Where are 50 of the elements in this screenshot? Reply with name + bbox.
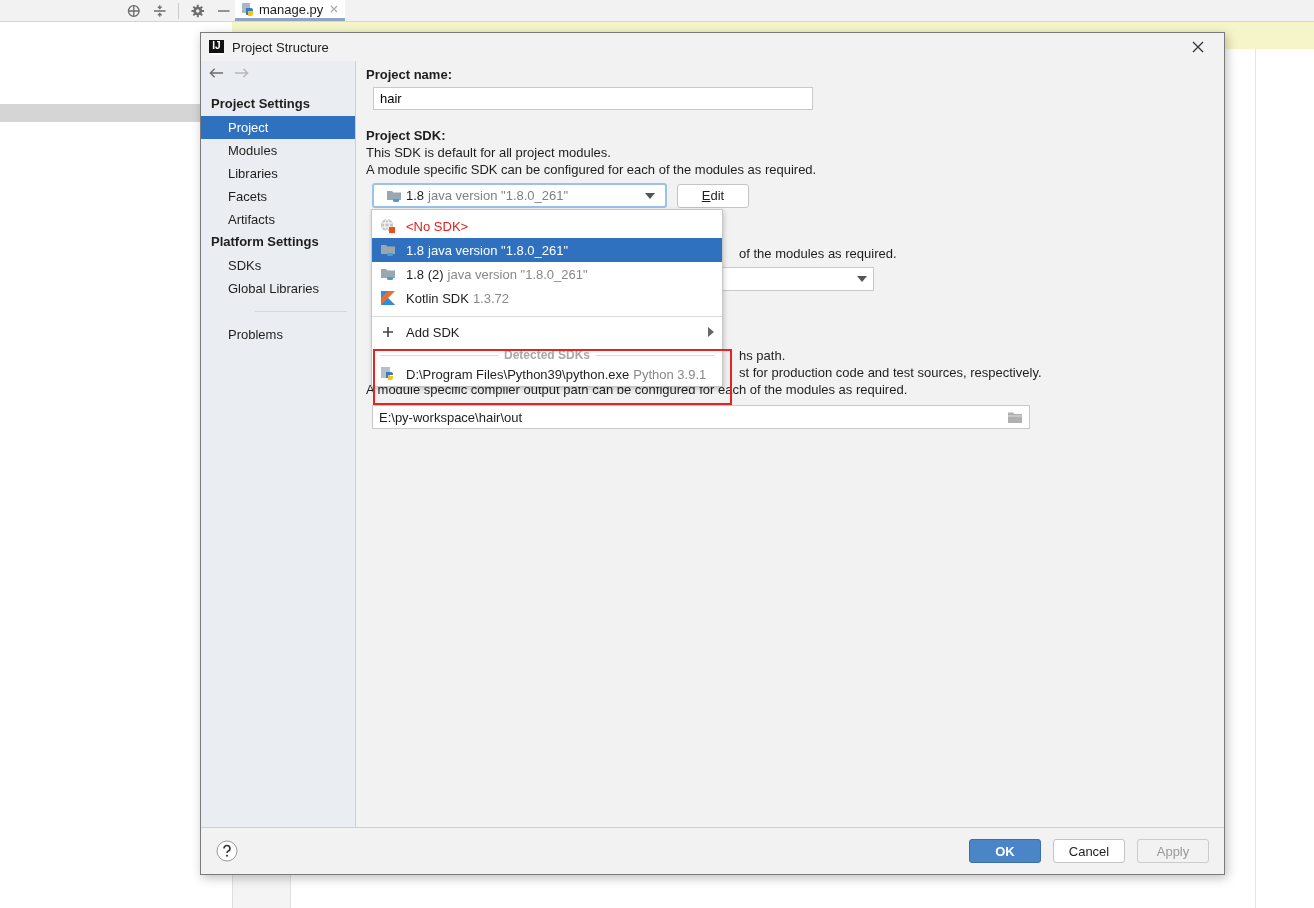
settings-icon[interactable]	[191, 3, 205, 18]
sidebar-item[interactable]: Libraries	[201, 162, 355, 185]
tab-label: manage.py	[259, 1, 324, 17]
sidebar-item[interactable]: Artifacts	[201, 208, 355, 231]
window-title: Project Structure	[232, 39, 330, 55]
globe-icon	[380, 218, 396, 234]
folder-icon	[380, 242, 396, 258]
description-text: of the modules as required.	[739, 246, 897, 261]
output-path-field[interactable]: E:\py-workspace\hair\out	[372, 405, 1030, 429]
folder-icon[interactable]	[1007, 410, 1023, 424]
description-text: hs path.	[739, 348, 786, 363]
app-logo: IJ	[209, 39, 224, 55]
sidebar-item[interactable]: Project	[201, 116, 355, 139]
add-sdk-menu-item[interactable]: Add SDK	[372, 320, 722, 344]
sidebar-heading: Platform Settings	[210, 233, 320, 251]
sdk-option[interactable]: 1.8 (2) java version "1.8.0_261"	[372, 262, 722, 286]
field-label: Project SDK:	[366, 127, 447, 144]
sidebar-item[interactable]: Problems	[201, 323, 355, 346]
dialog-button[interactable]: OK	[969, 839, 1041, 863]
sidebar-item[interactable]: Modules	[201, 139, 355, 162]
description-text: A module specific SDK can be configured for each of the modules as required.	[366, 161, 818, 178]
close-icon[interactable]	[1192, 41, 1204, 53]
sdk-option[interactable]: 1.8 java version "1.8.0_261"	[372, 238, 722, 262]
back-arrow-icon[interactable]	[209, 67, 224, 79]
field-label: Project name:	[366, 66, 453, 83]
description-text: st for production code and test sources, respectively.	[739, 365, 1042, 380]
sdk-dropdown[interactable]: 1.8 java version "1.8.0_261"	[372, 183, 667, 208]
description-text: This SDK is default for all project modules.	[366, 144, 612, 161]
caret-icon	[857, 276, 867, 282]
target-icon[interactable]	[127, 3, 141, 18]
sidebar-item[interactable]: Facets	[201, 185, 355, 208]
collapse-icon[interactable]	[152, 3, 167, 18]
submenu-arrow-icon	[708, 327, 714, 337]
sdk-option[interactable]: Kotlin SDK 1.3.72	[372, 286, 722, 310]
editor-tab[interactable]: manage.py	[235, 0, 346, 21]
sidebar-item[interactable]: SDKs	[201, 254, 355, 277]
folder-icon	[380, 266, 396, 282]
sdk-option[interactable]: D:\Program Files\Python39\python.exe Python 3.9.1	[372, 362, 722, 386]
kotlin-icon	[380, 290, 396, 306]
sidebar-item[interactable]: Global Libraries	[201, 277, 355, 300]
dialog-button[interactable]: Cancel	[1053, 839, 1125, 863]
sidebar-heading: Project Settings	[210, 95, 311, 113]
sdk-option[interactable]: <No SDK>	[372, 214, 722, 238]
caret-icon	[645, 192, 655, 199]
python-file-icon	[241, 2, 255, 16]
help-button[interactable]	[216, 840, 238, 862]
plus-icon	[380, 324, 396, 340]
project-name-field[interactable]: hair	[373, 87, 813, 110]
python-icon	[380, 366, 396, 382]
edit-button[interactable]: Edit	[677, 183, 749, 208]
